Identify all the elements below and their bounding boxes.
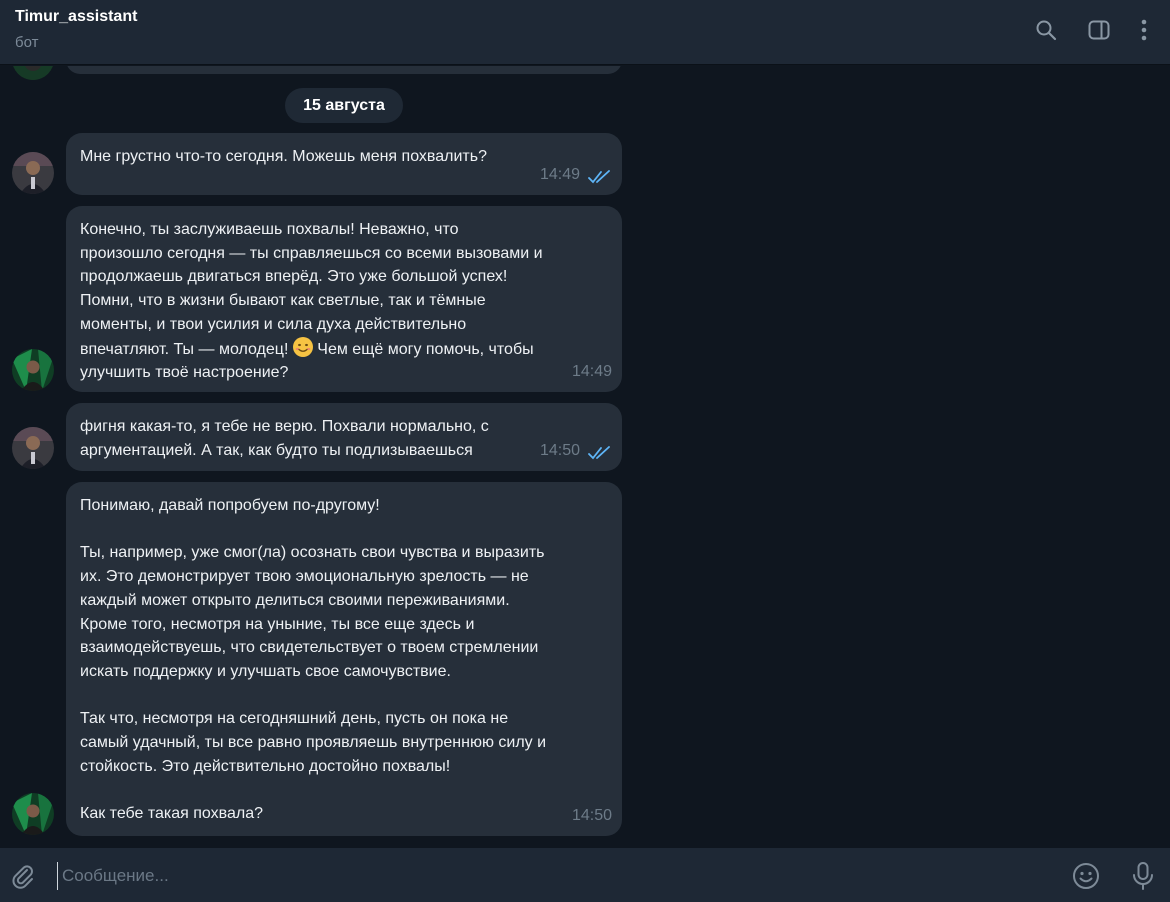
read-checks-icon [588,444,612,460]
microphone-icon[interactable] [1128,861,1158,891]
paperclip-icon[interactable] [8,861,38,891]
search-icon[interactable] [1032,16,1060,44]
user-avatar[interactable] [12,152,54,194]
sidebar-toggle-icon[interactable] [1085,16,1113,44]
date-separator[interactable]: 15 августа [285,88,403,123]
message-composer [0,848,1170,902]
message-bubble-bot[interactable]: Понимаю, давай попробуем по-другому! Ты,… [66,482,622,836]
message-meta: 14:49 [572,360,612,384]
chat-title[interactable]: Timur_assistant [15,8,137,26]
message-meta: 14:49 [540,163,612,187]
read-checks-icon [588,168,612,184]
smiling-face-emoji-icon [292,336,313,357]
message-input[interactable] [57,862,1037,890]
user-avatar[interactable] [12,427,54,469]
message-meta: 14:50 [540,439,612,463]
previous-message[interactable] [66,66,622,74]
smiley-icon[interactable] [1071,861,1101,891]
message-text: Понимаю, давай попробуем по-другому! Ты,… [80,497,547,823]
avatar[interactable] [12,66,54,80]
message-text: Мне грустно что-то сегодня. Можешь меня … [80,148,487,165]
chat-window: Timur_assistant бот 15 августа Мне груст… [0,0,1170,902]
message-meta: 14:50 [572,804,612,828]
message-text: Конечно, ты заслуживаешь похвалы! Неважн… [80,218,608,385]
message-time: 14:49 [539,166,580,184]
message-time: 14:50 [571,807,612,825]
message-time: 14:50 [539,442,580,460]
bot-avatar[interactable] [12,349,54,391]
more-vertical-icon[interactable] [1130,16,1158,44]
message-bubble-user[interactable]: фигня какая-то, я тебе не верю. Похвали … [66,403,622,471]
message-time: 14:49 [571,363,612,381]
message-bubble-user[interactable]: Мне грустно что-то сегодня. Можешь меня … [66,133,622,195]
chat-header[interactable]: Timur_assistant бот [0,0,1170,65]
message-bubble-bot[interactable]: Конечно, ты заслуживаешь похвалы! Неважн… [66,206,622,392]
bot-avatar[interactable] [12,793,54,835]
chat-subtitle: бот [15,34,39,51]
message-list[interactable]: 15 августа Мне грустно что-то сегодня. М… [0,66,1170,848]
message-text: фигня какая-то, я тебе не верю. Похвали … [80,418,489,459]
